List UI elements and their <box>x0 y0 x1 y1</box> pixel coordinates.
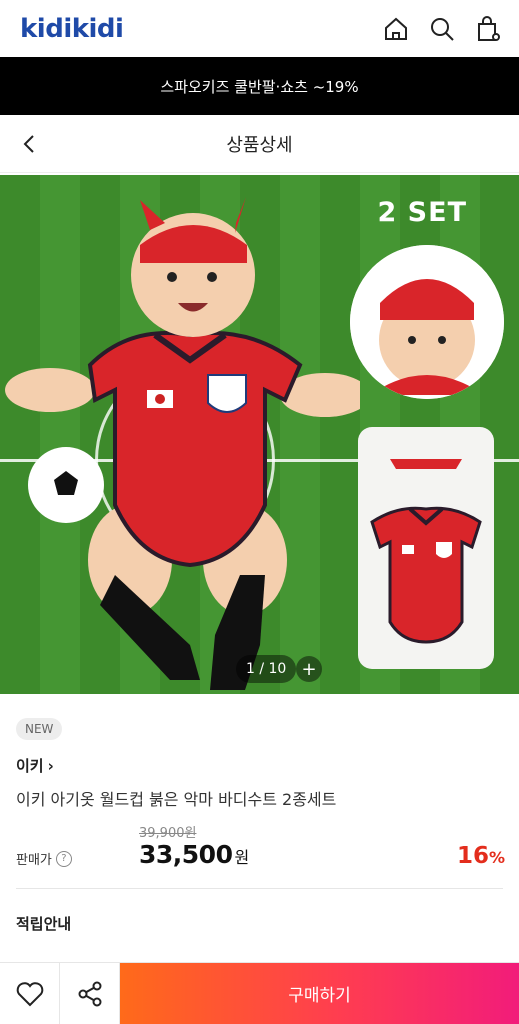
page-title: 상품상세 <box>226 134 293 156</box>
share-icon[interactable] <box>60 963 120 1024</box>
price-label-text: 판매가 <box>16 853 52 868</box>
original-price: 39,900원 <box>139 826 197 841</box>
sale-price-value: 33,500 <box>139 840 233 869</box>
logo[interactable]: kidikidi <box>20 13 124 44</box>
image-counter: 1 / 10 <box>236 655 297 683</box>
inset-headband-photo <box>350 245 504 399</box>
reward-section-title: 적립안내 <box>16 915 72 933</box>
heart-icon[interactable] <box>0 963 60 1024</box>
brand-name: 이키 <box>16 757 44 775</box>
header-icons <box>383 15 501 42</box>
brand-link[interactable]: 이키 › <box>16 755 54 776</box>
top-header: kidikidi <box>0 0 519 57</box>
plus-icon[interactable]: + <box>296 656 322 682</box>
discount-unit: % <box>488 848 505 867</box>
title-bar: 상품상세 <box>0 115 519 173</box>
baby-illustration <box>5 197 360 690</box>
buy-button-label: 구매하기 <box>288 986 351 1006</box>
bottom-action-bar: 구매하기 <box>0 962 519 1024</box>
logo-text: kidikidi <box>20 13 124 44</box>
chevron-right-icon: › <box>47 756 54 775</box>
discount-rate: 16 % <box>457 843 505 869</box>
price-label: 판매가 ? <box>16 849 72 868</box>
home-icon[interactable] <box>383 16 409 42</box>
discount-value: 16 <box>456 843 489 869</box>
buy-button[interactable]: 구매하기 <box>120 963 519 1024</box>
sale-price: 33,500 원 <box>139 840 249 869</box>
inset-product-card <box>358 427 494 669</box>
help-icon[interactable]: ? <box>55 850 72 867</box>
product-name: 이키 아기옷 월드컵 붉은 악마 바디수트 2종세트 <box>16 790 337 809</box>
divider <box>16 888 503 889</box>
sale-price-unit: 원 <box>234 848 250 867</box>
promo-text: 스파오키즈 쿨반팔·쇼츠 ~19% <box>160 77 359 96</box>
product-image[interactable]: 2 SET 1 / 10 + <box>0 175 519 694</box>
chevron-left-icon[interactable] <box>18 132 42 156</box>
search-icon[interactable] <box>429 16 455 42</box>
promo-banner[interactable]: 스파오키즈 쿨반팔·쇼츠 ~19% <box>0 57 519 115</box>
set-label: 2 SET <box>377 197 467 228</box>
cart-icon[interactable] <box>475 15 501 42</box>
new-badge: NEW <box>16 718 63 740</box>
